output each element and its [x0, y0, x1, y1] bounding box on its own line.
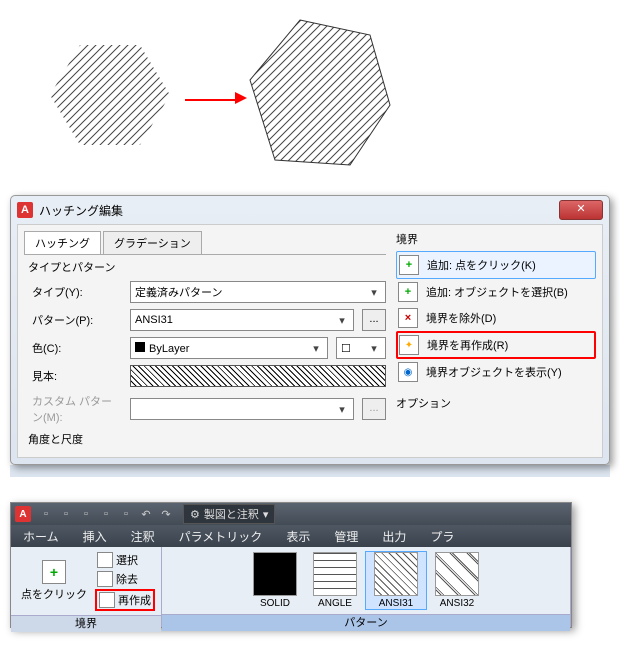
custom-browse-button: ... [362, 398, 386, 420]
gear-icon: ⚙ [190, 508, 200, 521]
options-title: オプション [396, 395, 596, 411]
app-icon: A [17, 202, 33, 218]
type-label: タイプ(Y): [24, 284, 122, 300]
chevron-down-icon: ▾ [309, 342, 323, 355]
pattern-solid[interactable]: SOLID [245, 552, 305, 609]
titlebar: A ハッチング編集 ✕ [11, 196, 609, 224]
pattern-angle[interactable]: ANGLE [305, 552, 365, 609]
chevron-down-icon: ▾ [263, 508, 269, 521]
remove-icon [97, 571, 113, 587]
select-icon [97, 552, 113, 568]
print-icon[interactable]: ▫ [117, 505, 135, 523]
color-label: 色(C): [24, 340, 122, 356]
tab-manage[interactable]: 管理 [322, 525, 370, 547]
color-swatch [135, 342, 145, 352]
remove-button[interactable]: 除去 [95, 570, 155, 588]
view-icon [398, 362, 418, 382]
plus-icon [42, 560, 66, 584]
recreate-icon [399, 335, 419, 355]
chevron-down-icon: ▾ [367, 342, 381, 355]
angle-swatch [313, 552, 357, 596]
open-icon[interactable]: ▫ [57, 505, 75, 523]
plus-icon [398, 282, 418, 302]
tab-parametric[interactable]: パラメトリック [167, 525, 275, 547]
workspace-combo[interactable]: ⚙製図と注釈▾ [183, 504, 275, 524]
select-button[interactable]: 選択 [95, 551, 155, 569]
hatch-edit-dialog: A ハッチング編集 ✕ ハッチング グラデーション タイプとパターン タイプ(Y… [10, 195, 610, 465]
add-pick-points-button[interactable]: 追加: 点をクリック(K) [396, 251, 596, 279]
custom-pattern-combo: ▾ [130, 398, 354, 420]
sample-label: 見本: [24, 368, 122, 384]
pattern-ansi31[interactable]: ANSI31 [365, 551, 427, 610]
ansi31-swatch [374, 552, 418, 596]
ribbon: A ▫ ▫ ▫ ▫ ▫ ↶ ↷ ⚙製図と注釈▾ ホーム 挿入 注釈 パラメトリッ… [10, 502, 572, 628]
saveas-icon[interactable]: ▫ [97, 505, 115, 523]
view-boundary-objects-button[interactable]: 境界オブジェクトを表示(Y) [396, 359, 596, 385]
tab-plugins[interactable]: プラ [418, 525, 466, 547]
color-combo[interactable]: ByLayer▾ [130, 337, 328, 359]
group-angle-scale: 角度と尺度 [28, 431, 386, 447]
custom-pattern-label: カスタム パターン(M): [24, 393, 122, 425]
pick-points-button[interactable]: 点をクリック [15, 558, 93, 604]
pattern-ansi32[interactable]: ANSI32 [427, 552, 487, 609]
chevron-down-icon: ▾ [335, 403, 349, 416]
pattern-combo[interactable]: ANSI31▾ [130, 309, 354, 331]
redo-icon[interactable]: ↷ [157, 505, 175, 523]
tab-gradient[interactable]: グラデーション [103, 231, 202, 254]
remove-icon [398, 308, 418, 328]
dialog-title: ハッチング編集 [39, 202, 123, 219]
tab-insert[interactable]: 挿入 [71, 525, 119, 547]
arrow-icon [185, 90, 247, 104]
pattern-browse-button[interactable]: ... [362, 309, 386, 331]
tab-output[interactable]: 出力 [370, 525, 418, 547]
undo-icon[interactable]: ↶ [137, 505, 155, 523]
sample-swatch[interactable] [130, 365, 386, 387]
quick-access-toolbar: A ▫ ▫ ▫ ▫ ▫ ↶ ↷ ⚙製図と注釈▾ [11, 503, 571, 525]
plus-icon [399, 255, 419, 275]
tab-home[interactable]: ホーム [11, 525, 71, 547]
chevron-down-icon: ▾ [335, 314, 349, 327]
close-button[interactable]: ✕ [559, 200, 603, 220]
diagram-area [0, 0, 620, 190]
type-combo[interactable]: 定義済みパターン▾ [130, 281, 386, 303]
recreate-icon [99, 592, 115, 608]
tab-view[interactable]: 表示 [274, 525, 322, 547]
new-icon[interactable]: ▫ [37, 505, 55, 523]
group-type-pattern: タイプとパターン [28, 259, 386, 275]
save-icon[interactable]: ▫ [77, 505, 95, 523]
remove-boundary-button[interactable]: 境界を除外(D) [396, 305, 596, 331]
recreate-boundary-button[interactable]: 境界を再作成(R) [396, 331, 596, 359]
pattern-label: パターン(P): [24, 312, 122, 328]
tab-strip: ハッチング グラデーション [24, 231, 386, 255]
panel-boundary-title[interactable]: 境界 [11, 615, 161, 632]
ribbon-tabs: ホーム 挿入 注釈 パラメトリック 表示 管理 出力 プラ [11, 525, 571, 547]
recreate-button[interactable]: 再作成 [95, 589, 155, 611]
tab-annotate[interactable]: 注釈 [119, 525, 167, 547]
panel-pattern-title[interactable]: パターン [162, 614, 570, 631]
ansi32-swatch [435, 552, 479, 596]
torn-edge [10, 465, 610, 477]
add-select-objects-button[interactable]: 追加: オブジェクトを選択(B) [396, 279, 596, 305]
chevron-down-icon: ▾ [367, 286, 381, 299]
app-menu-button[interactable]: A [15, 506, 31, 522]
tab-hatch[interactable]: ハッチング [24, 231, 101, 254]
boundary-title: 境界 [396, 231, 596, 247]
solid-swatch [253, 552, 297, 596]
bgcolor-combo[interactable]: ☐▾ [336, 337, 386, 359]
